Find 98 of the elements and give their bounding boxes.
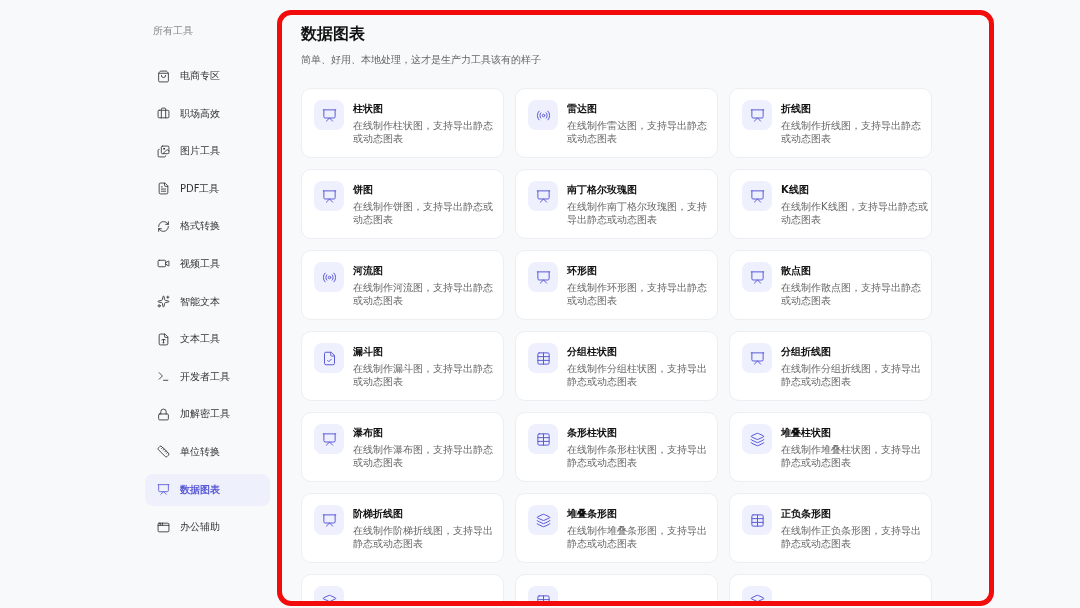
layers-icon <box>749 431 765 447</box>
tool-card[interactable]: 条形柱状图 在线制作条形柱状图，支持导出静态或动态图表 <box>515 412 718 482</box>
card-description: 在线制作散点图，支持导出静态或动态图表 <box>781 281 922 307</box>
tool-card[interactable]: 堆叠柱状图 在线制作堆叠柱状图，支持导出静态或动态图表 <box>729 412 932 482</box>
card-title: 饼图 <box>353 183 374 197</box>
card-title: 散点图 <box>781 264 812 278</box>
presentation-board-icon <box>321 188 337 204</box>
tool-card[interactable]: 堆叠条形图 在线制作堆叠条形图，支持导出静态或动态图表 <box>515 493 718 563</box>
card-title: 雷达图 <box>567 102 598 116</box>
card-description: 在线制作堆叠条形图，支持导出静态或动态图表 <box>567 524 708 550</box>
sidebar-item[interactable]: 办公辅助 <box>145 511 270 544</box>
card-description: 在线制作分组折线图，支持导出静态或动态图表 <box>781 362 922 388</box>
card-description: 在线制作正负条形图，支持导出静态或动态图表 <box>781 524 922 550</box>
sidebar-item[interactable]: 格式转换 <box>145 210 270 243</box>
presentation-board-icon <box>321 512 337 528</box>
terminal-icon <box>157 370 170 384</box>
sidebar-item[interactable]: 职场高效 <box>145 97 270 130</box>
card-description: 在线制作漏斗图，支持导出静态或动态图表 <box>353 362 494 388</box>
card-title: 环形图 <box>567 264 598 278</box>
sidebar-item[interactable]: 图片工具 <box>145 135 270 168</box>
tool-card[interactable]: 瀑布图 在线制作瀑布图，支持导出静态或动态图表 <box>301 412 504 482</box>
card-title: 南丁格尔玫瑰图 <box>567 183 638 197</box>
tool-card[interactable]: K线图 在线制作K线图，支持导出静态或动态图表 <box>729 169 932 239</box>
tool-card[interactable]: 南丁格尔玫瑰图 在线制作南丁格尔玫瑰图，支持导出静态或动态图表 <box>515 169 718 239</box>
card-title: 条形柱状图 <box>567 426 618 440</box>
card-description: 在线制作河流图，支持导出静态或动态图表 <box>353 281 494 307</box>
sidebar-item[interactable]: 单位转换 <box>145 435 270 468</box>
tool-card[interactable]: 正负条形图 在线制作正负条形图，支持导出静态或动态图表 <box>729 493 932 563</box>
card-title: 阶梯折线图 <box>353 507 404 521</box>
card-description: 在线制作折线图，支持导出静态或动态图表 <box>781 119 922 145</box>
card-description: 在线制作柱状图，支持导出静态或动态图表 <box>353 119 494 145</box>
card-title: K线图 <box>781 183 810 197</box>
tool-card[interactable]: 饼图 在线制作饼图，支持导出静态或动态图表 <box>301 169 504 239</box>
card-description: 在线制作条形柱状图，支持导出静态或动态图表 <box>567 443 708 469</box>
card-title: 漏斗图 <box>353 345 384 359</box>
card-description: 在线制作雷达图，支持导出静态或动态图表 <box>567 119 708 145</box>
page-subtitle: 简单、好用、本地处理，这才是生产力工具该有的样子 <box>301 53 541 67</box>
card-description: 在线制作南丁格尔玫瑰图，支持导出静态或动态图表 <box>567 200 708 226</box>
card-title: 堆叠柱状图 <box>781 426 832 440</box>
tool-card[interactable]: 分组柱状图 在线制作分组柱状图，支持导出静态或动态图表 <box>515 331 718 401</box>
tool-card[interactable]: 柱状图 在线制作柱状图，支持导出静态或动态图表 <box>301 88 504 158</box>
card-title: 柱状图 <box>353 102 384 116</box>
card-title: 正负条形图 <box>781 507 832 521</box>
sidebar-item[interactable]: 视频工具 <box>145 247 270 280</box>
briefcase-icon <box>157 107 170 121</box>
sidebar-item[interactable]: 电商专区 <box>145 60 270 92</box>
sidebar-item[interactable]: 加解密工具 <box>145 398 270 431</box>
presentation-board-icon <box>157 483 170 497</box>
card-title: 折线图 <box>781 102 812 116</box>
card-title: 堆叠条形图 <box>567 507 618 521</box>
tool-card[interactable]: 环形图 在线制作环形图，支持导出静态或动态图表 <box>515 250 718 320</box>
presentation-board-icon <box>749 350 765 366</box>
tool-card[interactable]: 河流图 在线制作河流图，支持导出静态或动态图表 <box>301 250 504 320</box>
sidebar-item[interactable]: 智能文本 <box>145 285 270 318</box>
card-title: 瀑布图 <box>353 426 384 440</box>
card-title: 分组柱状图 <box>567 345 618 359</box>
card-description: 在线制作阶梯折线图，支持导出静态或动态图表 <box>353 524 494 550</box>
card-title: 河流图 <box>353 264 384 278</box>
card-description: 在线制作瀑布图，支持导出静态或动态图表 <box>353 443 494 469</box>
sidebar-item[interactable]: 开发者工具 <box>145 360 270 393</box>
tool-card[interactable]: 折线图 在线制作折线图，支持导出静态或动态图表 <box>729 88 932 158</box>
presentation-board-icon <box>321 107 337 123</box>
ruler-icon <box>157 445 170 459</box>
presentation-board-icon <box>535 188 551 204</box>
presentation-board-icon <box>749 269 765 285</box>
refresh-icon <box>157 219 170 233</box>
lock-icon <box>157 407 170 421</box>
tool-card[interactable]: 雷达图 在线制作雷达图，支持导出静态或动态图表 <box>515 88 718 158</box>
tool-card[interactable]: 分组折线图 在线制作分组折线图，支持导出静态或动态图表 <box>729 331 932 401</box>
window-icon <box>157 520 170 534</box>
sidebar-item[interactable]: 文本工具 <box>145 323 270 356</box>
table-icon <box>749 512 765 528</box>
table-icon <box>535 350 551 366</box>
table-icon <box>535 431 551 447</box>
file-check-icon <box>321 350 337 366</box>
sidebar-item[interactable]: PDF工具 <box>145 172 270 205</box>
presentation-board-icon <box>321 431 337 447</box>
card-description: 在线制作K线图，支持导出静态或动态图表 <box>781 200 929 226</box>
tool-card[interactable]: 漏斗图 在线制作漏斗图，支持导出静态或动态图表 <box>301 331 504 401</box>
text-file-icon <box>157 332 170 346</box>
images-icon <box>157 144 170 158</box>
presentation-board-icon <box>535 269 551 285</box>
sidebar-heading: 所有工具 <box>153 24 194 38</box>
layers-icon <box>535 512 551 528</box>
card-description: 在线制作环形图，支持导出静态或动态图表 <box>567 281 708 307</box>
card-title: 分组折线图 <box>781 345 832 359</box>
bag-icon <box>157 69 170 83</box>
sidebar-item[interactable]: 数据图表 <box>145 473 270 506</box>
presentation-board-icon <box>749 107 765 123</box>
tool-card[interactable]: 阶梯折线图 在线制作阶梯折线图，支持导出静态或动态图表 <box>301 493 504 563</box>
presentation-board-icon <box>749 188 765 204</box>
card-description: 在线制作饼图，支持导出静态或动态图表 <box>353 200 494 226</box>
sparkles-icon <box>157 295 170 309</box>
card-description: 在线制作堆叠柱状图，支持导出静态或动态图表 <box>781 443 922 469</box>
page-title: 数据图表 <box>301 24 365 45</box>
card-description: 在线制作分组柱状图，支持导出静态或动态图表 <box>567 362 708 388</box>
tool-card[interactable]: 散点图 在线制作散点图，支持导出静态或动态图表 <box>729 250 932 320</box>
document-icon <box>157 182 170 196</box>
